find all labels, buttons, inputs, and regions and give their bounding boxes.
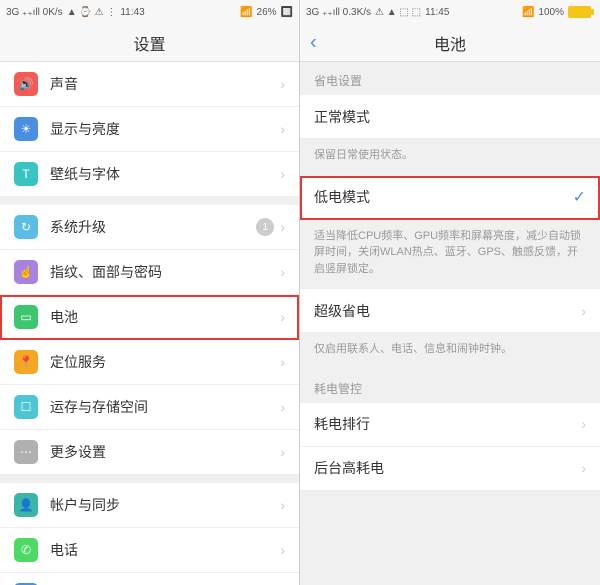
settings-screen: 3G ₊₊ıll 0K/s ▲ ⌚ ⚠ ⋮ 11:43 📶 26% 🔲 设置 🔊… [0, 0, 300, 585]
chevron-right-icon: › [280, 354, 285, 370]
mode-low-power[interactable]: 低电模式 ✓ [300, 176, 600, 220]
item-label: 帐户与同步 [50, 495, 280, 515]
item-label: 超级省电 [314, 301, 581, 321]
chevron-right-icon: › [280, 309, 285, 325]
wallpaper-icon: T [14, 162, 38, 186]
network-indicator: 3G ₊₊ıll 0.3K/s [306, 7, 371, 18]
account-icon: 👤 [14, 493, 38, 517]
settings-item-sound[interactable]: 🔊 声音 › [0, 62, 299, 107]
chevron-right-icon: › [280, 444, 285, 460]
more-icon: ⋯ [14, 440, 38, 464]
chevron-right-icon: › [280, 166, 285, 182]
status-icons-right: ⚠ ▲ ⬚ ⬚ [375, 7, 421, 18]
chevron-right-icon: › [581, 460, 586, 476]
page-title: 设置 [133, 31, 165, 55]
mode-super-save[interactable]: 超级省电 › [300, 289, 600, 333]
chevron-right-icon: › [280, 497, 285, 513]
update-icon: ↻ [14, 215, 38, 239]
status-bar-right: 3G ₊₊ıll 0.3K/s ⚠ ▲ ⬚ ⬚ 11:45 📶 100% [300, 0, 600, 24]
item-label: 正常模式 [314, 107, 586, 127]
battery-percent: 100% [538, 7, 564, 18]
chevron-right-icon: › [280, 399, 285, 415]
item-label: 声音 [50, 74, 280, 94]
item-label: 更多设置 [50, 442, 280, 462]
chevron-right-icon: › [280, 219, 285, 235]
battery-icon: ▭ [14, 305, 38, 329]
status-icons-left: ▲ ⌚ ⚠ ⋮ [67, 7, 117, 18]
section-power-saving: 省电设置 [300, 62, 600, 95]
battery-icon: 🔲 [281, 7, 293, 18]
checkmark-icon: ✓ [573, 187, 586, 207]
sound-icon: 🔊 [14, 72, 38, 96]
settings-item-battery[interactable]: ▭ 电池 › [0, 295, 299, 340]
network-indicator: 3G ₊₊ıll 0K/s [6, 7, 63, 18]
update-badge: 1 [256, 218, 274, 236]
mode-normal[interactable]: 正常模式 [300, 95, 600, 139]
item-label: 壁纸与字体 [50, 164, 280, 184]
chevron-right-icon: › [280, 76, 285, 92]
header-left: 设置 [0, 24, 299, 62]
storage-icon: ☐ [14, 395, 38, 419]
item-label: 电话 [50, 540, 280, 560]
item-label: 耗电排行 [314, 414, 581, 434]
item-label: 显示与亮度 [50, 119, 280, 139]
chevron-right-icon: › [581, 416, 586, 432]
page-title: 电池 [434, 31, 466, 55]
item-label: 定位服务 [50, 352, 280, 372]
fingerprint-icon: ☝ [14, 260, 38, 284]
header-right: ‹ 电池 [300, 24, 600, 62]
item-label: 电池 [50, 307, 280, 327]
settings-item-wallpaper[interactable]: T 壁纸与字体 › [0, 152, 299, 197]
settings-item-update[interactable]: ↻ 系统升级 1 › [0, 205, 299, 250]
phone-icon: ✆ [14, 538, 38, 562]
chevron-right-icon: › [280, 264, 285, 280]
mode-low-desc: 适当降低CPU频率、GPU频率和屏幕亮度，减少自动锁屏时间，关闭WLAN热点、蓝… [300, 220, 600, 290]
status-time: 11:43 [120, 7, 144, 18]
chevron-right-icon: › [280, 542, 285, 558]
settings-item-contacts[interactable]: 👥 联系人 › [0, 573, 299, 585]
settings-item-display[interactable]: ☀ 显示与亮度 › [0, 107, 299, 152]
item-label: 后台高耗电 [314, 458, 581, 478]
settings-item-account[interactable]: 👤 帐户与同步 › [0, 483, 299, 528]
chevron-right-icon: › [581, 303, 586, 319]
settings-item-more[interactable]: ⋯ 更多设置 › [0, 430, 299, 475]
drain-ranking[interactable]: 耗电排行 › [300, 403, 600, 447]
chevron-right-icon: › [280, 121, 285, 137]
settings-list: 🔊 声音 › ☀ 显示与亮度 › T 壁纸与字体 › [0, 62, 299, 197]
background-drain[interactable]: 后台高耗电 › [300, 447, 600, 491]
wifi-icon: 📶 [522, 7, 534, 18]
item-label: 低电模式 [314, 187, 573, 207]
settings-item-fingerprint[interactable]: ☝ 指纹、面部与密码 › [0, 250, 299, 295]
battery-percent: 26% [257, 7, 277, 18]
item-label: 系统升级 [50, 217, 256, 237]
settings-item-storage[interactable]: ☐ 运存与存储空间 › [0, 385, 299, 430]
wifi-icon: 📶 [240, 7, 252, 18]
mode-normal-desc: 保留日常使用状态。 [300, 139, 600, 176]
back-button[interactable]: ‹ [310, 31, 317, 54]
settings-item-location[interactable]: 📍 定位服务 › [0, 340, 299, 385]
settings-item-phone[interactable]: ✆ 电话 › [0, 528, 299, 573]
status-bar-left: 3G ₊₊ıll 0K/s ▲ ⌚ ⚠ ⋮ 11:43 📶 26% 🔲 [0, 0, 299, 24]
location-icon: 📍 [14, 350, 38, 374]
mode-super-desc: 仅启用联系人、电话、信息和闹钟时钟。 [300, 333, 600, 370]
item-label: 运存与存储空间 [50, 397, 280, 417]
section-drain-control: 耗电管控 [300, 370, 600, 403]
battery-screen: 3G ₊₊ıll 0.3K/s ⚠ ▲ ⬚ ⬚ 11:45 📶 100% ‹ 电… [300, 0, 600, 585]
display-icon: ☀ [14, 117, 38, 141]
battery-full-icon [568, 6, 594, 18]
item-label: 指纹、面部与密码 [50, 262, 280, 282]
status-time: 11:45 [425, 7, 449, 18]
